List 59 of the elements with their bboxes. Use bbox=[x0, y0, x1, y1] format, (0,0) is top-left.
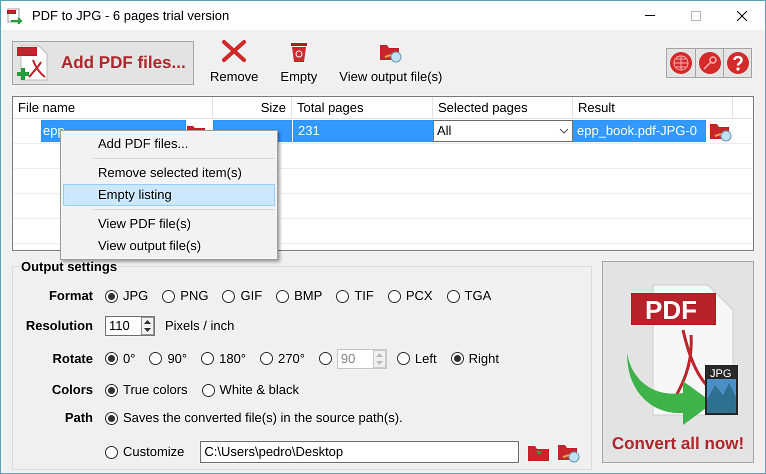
column-header[interactable]: Result bbox=[573, 97, 733, 118]
convert-all-button[interactable]: PDF JPG Convert all now! bbox=[602, 261, 754, 463]
remove-button[interactable]: Remove bbox=[208, 39, 260, 87]
table-cell: 231 bbox=[292, 120, 433, 142]
dropdown[interactable]: All bbox=[433, 120, 573, 142]
radio-button[interactable]: TIF bbox=[336, 286, 374, 306]
view-output-button[interactable]: View output file(s) bbox=[337, 41, 444, 87]
radio-button[interactable]: 180° bbox=[201, 348, 246, 368]
key-icon bbox=[698, 51, 722, 75]
radio-button[interactable]: TGA bbox=[446, 286, 492, 306]
radio-button[interactable]: Left bbox=[396, 348, 437, 368]
radio-button[interactable]: 90° bbox=[149, 348, 188, 368]
radio-button[interactable]: BMP bbox=[276, 286, 322, 306]
unit-label: Pixels / inch bbox=[165, 317, 234, 336]
radio-button[interactable]: PNG bbox=[162, 286, 208, 306]
maximize-icon bbox=[691, 10, 701, 20]
chevron-down-icon bbox=[559, 128, 569, 134]
minimize-icon bbox=[645, 15, 655, 16]
radio-button[interactable]: PCX bbox=[388, 286, 433, 306]
field-label: Resolution bbox=[24, 317, 93, 336]
column-header[interactable]: Total pages bbox=[292, 97, 433, 118]
spin-arrows-icon bbox=[141, 317, 154, 335]
add-pdf-files-button[interactable]: Add PDF files... bbox=[12, 41, 194, 85]
menu-item[interactable]: Remove selected item(s) bbox=[63, 162, 275, 184]
spin-box[interactable]: 110 bbox=[105, 316, 155, 336]
column-header[interactable]: Size bbox=[213, 97, 292, 118]
trash-icon bbox=[288, 41, 309, 64]
radio-button[interactable]: True colors bbox=[105, 380, 188, 400]
window-title: PDF to JPG - 6 pages trial version bbox=[32, 6, 230, 25]
path-field[interactable]: C:\Users\pedro\Desktop bbox=[200, 441, 519, 463]
spin-arrows-icon bbox=[372, 350, 386, 368]
menu-item[interactable]: Empty listing bbox=[63, 184, 275, 206]
globe-icon bbox=[669, 51, 693, 75]
help-icon bbox=[726, 51, 750, 75]
x-mark-icon bbox=[221, 39, 248, 64]
column-header[interactable]: Selected pages bbox=[433, 97, 573, 118]
radio-button[interactable]: Customize bbox=[105, 442, 184, 462]
menu-item[interactable]: View PDF file(s) bbox=[63, 213, 275, 235]
radio-button[interactable]: 0° bbox=[105, 348, 136, 368]
field-label: Format bbox=[48, 287, 93, 306]
field-label: Colors bbox=[50, 381, 93, 400]
radio-button[interactable]: GIF bbox=[222, 286, 262, 306]
help-button[interactable] bbox=[723, 49, 751, 77]
close-icon bbox=[737, 10, 747, 20]
app-icon bbox=[7, 8, 23, 24]
globe-button[interactable] bbox=[667, 49, 695, 77]
field-label: Path bbox=[64, 409, 93, 428]
radio-button[interactable]: JPG bbox=[105, 286, 148, 306]
table-cell: epp_book.pdf-JPG-0 bbox=[573, 120, 706, 142]
radio-button[interactable]: White & black bbox=[202, 380, 300, 400]
column-header[interactable]: File name bbox=[13, 97, 213, 118]
menu-item[interactable]: View output file(s) bbox=[63, 235, 275, 257]
radio-button[interactable]: Saves the converted file(s) in the source path(s). bbox=[105, 408, 403, 428]
radio-button[interactable]: Right bbox=[450, 348, 499, 368]
radio-button[interactable]: 270° bbox=[260, 348, 305, 368]
key-button[interactable] bbox=[695, 49, 723, 77]
empty-button[interactable]: Empty bbox=[278, 41, 320, 87]
field-label: Rotate bbox=[52, 350, 93, 368]
radio-button[interactable] bbox=[318, 352, 332, 365]
